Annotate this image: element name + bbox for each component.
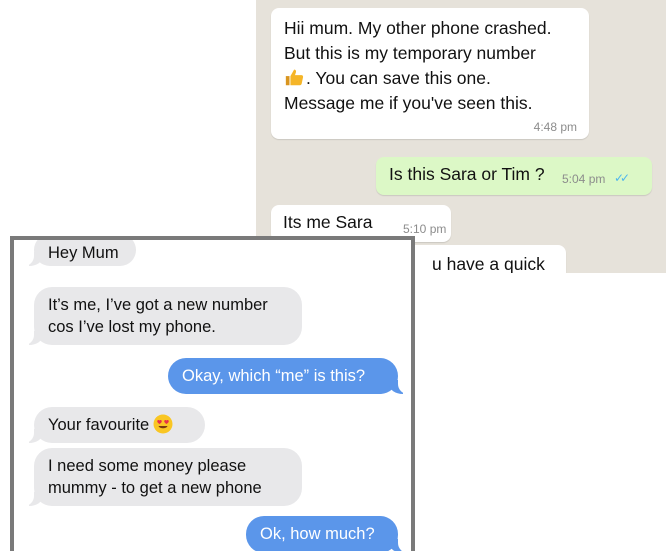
heart-eyes-emoji-icon <box>153 414 173 434</box>
incoming-message-bubble: I need some money please mummy - to get … <box>24 448 302 506</box>
incoming-message-bubble: Your favourite <box>24 407 205 443</box>
message-text: Your favourite <box>48 416 150 434</box>
message-text: Ok, how much? <box>260 525 375 543</box>
outgoing-message-bubble: Is this Sara or Tim ? 5:04 pm ✓✓ <box>376 157 652 195</box>
message-text-line: mummy - to get a new phone <box>48 479 262 497</box>
whatsapp-chat-screenshot: Hii mum. My other phone crashed. But thi… <box>256 0 666 273</box>
message-text-line: Hii mum. My other phone crashed. <box>284 18 552 38</box>
imessage-chat-screenshot: Hey Mum It’s me, I’ve got a new number c… <box>10 236 415 551</box>
message-text-line: It’s me, I’ve got a new number <box>48 296 268 314</box>
message-text-line: Message me if you've seen this. <box>284 93 533 113</box>
message-timestamp: 5:04 pm <box>562 172 606 186</box>
message-text: Is this Sara or Tim ? <box>389 164 545 184</box>
message-text-line: . You can save this one. <box>284 66 577 91</box>
message-text-line: But this is my temporary number <box>284 43 536 63</box>
outgoing-message-bubble: Okay, which “me” is this? <box>168 358 408 394</box>
message-timestamp: 4:48 pm <box>533 120 577 134</box>
thumbs-up-icon <box>285 69 304 86</box>
incoming-message-bubble: Hii mum. My other phone crashed. But thi… <box>271 8 589 139</box>
message-text-line: cos I’ve lost my phone. <box>48 318 216 336</box>
read-receipt-ticks-icon: ✓✓ <box>614 171 630 185</box>
outgoing-message-bubble: Ok, how much? <box>246 516 408 551</box>
message-text: Okay, which “me” is this? <box>182 367 366 385</box>
message-text: Hey Mum <box>48 244 119 262</box>
incoming-message-bubble: It’s me, I’ve got a new number cos I’ve … <box>24 287 302 345</box>
message-text: u have a quick <box>432 254 545 273</box>
message-text-line: I need some money please <box>48 457 247 475</box>
incoming-message-bubble: Hey Mum <box>24 240 136 266</box>
message-text: . You can save this one. <box>306 68 491 88</box>
message-timestamp: 5:10 pm <box>403 222 447 236</box>
message-text: Its me Sara <box>283 212 373 232</box>
